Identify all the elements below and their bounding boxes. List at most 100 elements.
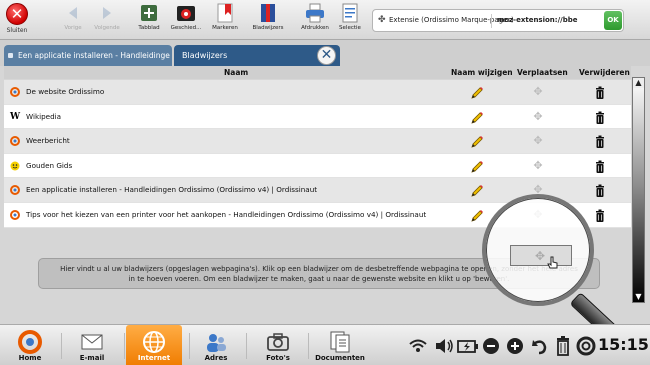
tab-favicon — [8, 53, 13, 58]
zoom-in-icon[interactable] — [506, 335, 524, 357]
battery-charging-icon[interactable] — [457, 335, 479, 357]
pencil-icon[interactable] — [470, 183, 484, 198]
trash-icon[interactable] — [593, 134, 607, 149]
help-icon[interactable] — [576, 335, 596, 357]
back-arrow-icon — [63, 3, 83, 23]
trash-icon[interactable] — [593, 110, 607, 124]
print-button[interactable]: Afdrukken — [299, 3, 331, 37]
bookmark-name[interactable]: De website Ordissimo — [26, 87, 104, 96]
header-rename: Naam wijzigen — [451, 68, 513, 77]
header-name: Naam — [224, 68, 249, 77]
bookmark-mark-icon — [215, 3, 235, 23]
app-address[interactable]: Adres — [194, 325, 238, 365]
volume-icon[interactable] — [434, 335, 454, 357]
new-tab-button[interactable]: Tabblad — [136, 3, 162, 37]
table-row[interactable]: Weerbericht ✥ — [4, 129, 631, 154]
ordissimo-icon — [10, 136, 20, 147]
taskbar: Home E-mail Internet Adres Foto's Docume… — [0, 324, 650, 365]
undo-icon[interactable] — [531, 335, 549, 357]
close-label: Sluiten — [6, 27, 28, 34]
move-icon[interactable]: ✥ — [532, 110, 544, 123]
trash-icon[interactable] — [593, 183, 607, 198]
smiley-icon — [10, 161, 20, 171]
separator — [61, 333, 62, 359]
move-icon[interactable]: ✥ — [532, 159, 544, 172]
selection-icon — [340, 3, 360, 23]
contacts-icon — [204, 330, 228, 354]
magnifier-overlay: ✥ — [482, 194, 594, 306]
home-icon — [18, 330, 42, 354]
url-input[interactable]: moz-extension://bbe — [497, 16, 601, 24]
scroll-down-icon[interactable]: ▼ — [633, 292, 644, 302]
bookmarks-icon — [258, 3, 278, 23]
page-identity: Extensie (Ordissimo Marque-pages) — [389, 16, 514, 24]
close-button[interactable]: ✕ Sluiten — [2, 2, 32, 38]
table-row[interactable]: Gouden Gids ✥ — [4, 153, 631, 179]
scrollbar[interactable]: ▲ ▼ — [632, 77, 645, 303]
puzzle-icon: ✤ — [378, 15, 386, 25]
wikipedia-icon: W — [10, 111, 21, 122]
pencil-icon[interactable] — [470, 208, 484, 222]
bookmark-name[interactable]: Tips voor het kiezen van een printer voo… — [26, 210, 426, 219]
globe-icon — [142, 330, 166, 354]
bookmark-name[interactable]: Weerbericht — [26, 136, 70, 145]
separator — [246, 333, 247, 359]
pencil-icon[interactable] — [470, 85, 484, 99]
forward-button[interactable]: Volgende — [92, 3, 122, 37]
bookmarks-button[interactable]: Bladwijzers — [251, 3, 285, 37]
forward-arrow-icon — [97, 3, 117, 23]
bookmark-name[interactable]: Een applicatie installeren - Handleiding… — [26, 185, 317, 194]
new-tab-icon — [139, 3, 159, 23]
trash-icon[interactable] — [593, 159, 607, 173]
browser-toolbar: ✕ Sluiten Vorige Volgende Tabblad Geschi… — [0, 0, 650, 40]
selection-button[interactable]: Selectie — [338, 3, 362, 37]
table-row[interactable]: De website Ordissimo ✥ — [4, 80, 631, 105]
separator — [189, 333, 190, 359]
header-move: Verplaatsen — [517, 68, 568, 77]
app-documents[interactable]: Documenten — [314, 325, 366, 365]
tab-installing-app[interactable]: Een applicatie installeren - Handleiding… — [4, 45, 172, 66]
bookmark-name[interactable]: Gouden Gids — [26, 161, 72, 170]
camera-icon — [266, 330, 290, 354]
magnified-move-button: ✥ — [510, 245, 572, 269]
zoom-out-icon[interactable] — [482, 335, 500, 357]
documents-icon — [328, 330, 352, 354]
table-row[interactable]: W Wikipedia ✥ — [4, 104, 631, 130]
address-bar[interactable]: ✤ Extensie (Ordissimo Marque-pages) moz-… — [372, 9, 624, 32]
tab-label: Een applicatie installeren - Handleiding… — [18, 51, 170, 60]
bookmark-name[interactable]: Wikipedia — [26, 112, 61, 121]
back-button[interactable]: Vorige — [62, 3, 84, 37]
ordissimo-icon — [10, 185, 20, 196]
close-icon: ✕ — [6, 3, 28, 25]
bookmarks-page: Naam Naam wijzigen Verplaatsen Verwijder… — [0, 66, 650, 352]
close-tab-icon[interactable]: ✕ — [317, 46, 336, 65]
ordissimo-icon — [10, 209, 20, 220]
bookmark-page-button[interactable]: Markeren — [211, 3, 239, 37]
app-home[interactable]: Home — [8, 325, 52, 365]
app-internet[interactable]: Internet — [126, 325, 182, 365]
address-separator — [491, 14, 492, 28]
scroll-up-icon[interactable]: ▲ — [633, 78, 644, 88]
clock: 15:15 — [598, 335, 649, 354]
trash-icon[interactable] — [554, 335, 572, 357]
envelope-icon — [80, 330, 104, 354]
go-button[interactable]: OK — [604, 11, 622, 30]
app-photos[interactable]: Foto's — [256, 325, 300, 365]
move-icon[interactable]: ✥ — [532, 86, 544, 98]
table-header: Naam Naam wijzigen Verplaatsen Verwijder… — [4, 66, 631, 79]
trash-icon[interactable] — [593, 208, 607, 222]
wifi-icon[interactable] — [408, 335, 428, 357]
pencil-icon[interactable] — [470, 134, 484, 148]
ordissimo-icon — [10, 87, 20, 97]
separator — [308, 333, 309, 359]
printer-icon — [305, 3, 325, 23]
trash-icon[interactable] — [593, 85, 607, 99]
pencil-icon[interactable] — [470, 159, 484, 173]
history-button[interactable]: Geschied... — [170, 3, 202, 37]
app-email[interactable]: E-mail — [70, 325, 114, 365]
separator — [124, 333, 125, 359]
tab-bookmarks[interactable]: Bladwijzers ✕ — [174, 45, 340, 66]
move-icon[interactable]: ✥ — [532, 135, 544, 147]
header-delete: Verwijderen — [579, 68, 630, 77]
pencil-icon[interactable] — [470, 110, 484, 124]
